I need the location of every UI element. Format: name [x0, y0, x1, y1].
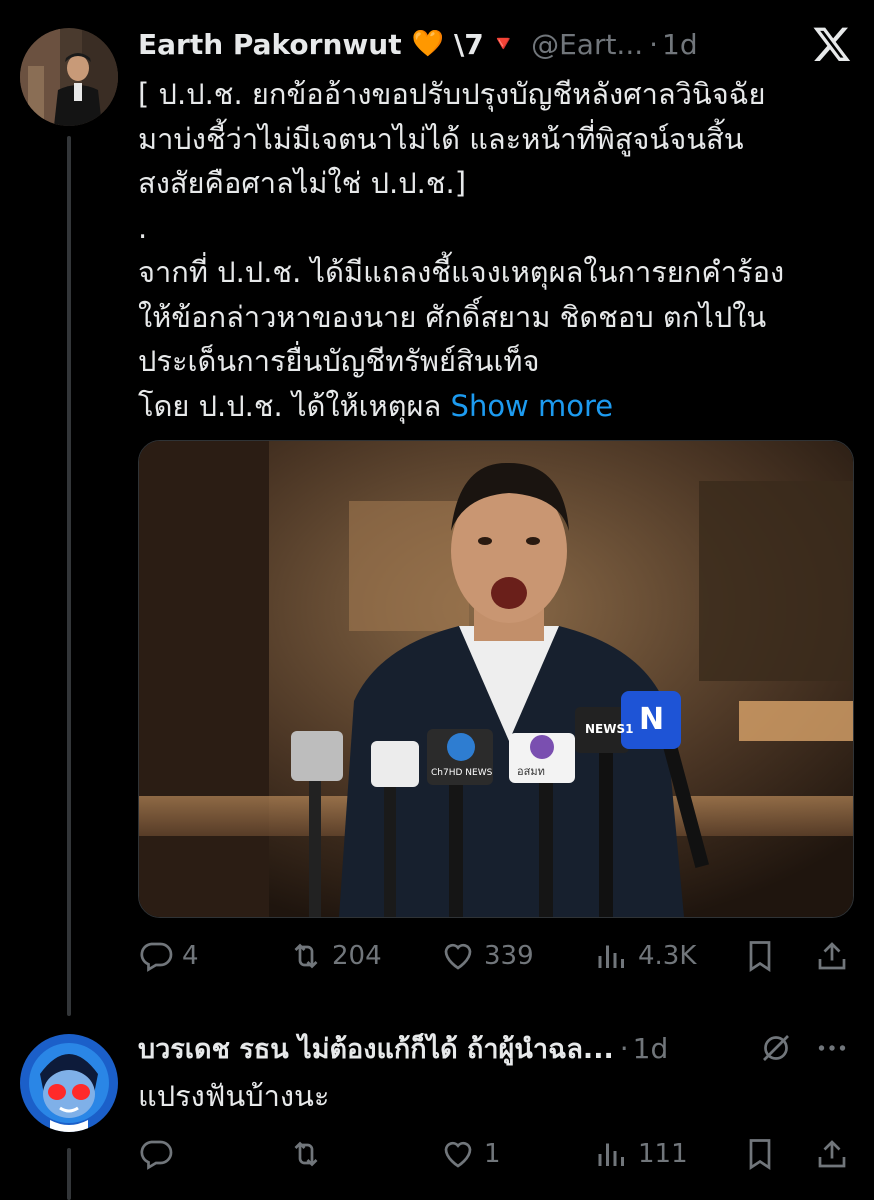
tweet-time[interactable]: 1d	[662, 28, 698, 61]
bookmark-icon	[749, 941, 771, 973]
share-button[interactable]	[814, 934, 850, 978]
like-icon	[444, 943, 472, 970]
tweet-line: โดย ป.ป.ช. ได้ให้เหตุผล	[138, 388, 442, 423]
repost-button[interactable]: 204	[288, 934, 382, 978]
tweet-actions: 4 204 339 4.3K	[138, 934, 852, 978]
time-separator: ·	[649, 27, 659, 61]
tweet-line: ประเด็นการยื่นบัญชีทรัพย์สินเท็จ	[138, 344, 540, 378]
reply-like-button[interactable]: 1	[440, 1132, 501, 1176]
tweet-media-image[interactable]: NEWS1 N Ch7HD NEWS อสมท	[138, 440, 854, 918]
grok-slash-icon[interactable]	[758, 1030, 794, 1066]
author-avatar[interactable]	[20, 28, 118, 126]
share-icon	[818, 1140, 846, 1168]
reply-actions: 1 111	[138, 1132, 852, 1176]
repost-icon	[294, 943, 318, 969]
reply-like-count: 1	[484, 1139, 501, 1169]
repost-icon	[294, 1141, 318, 1167]
author-badge: 🔻	[489, 31, 518, 57]
mic-label: NEWS1	[585, 722, 633, 736]
mic-label: อสมท	[517, 765, 545, 778]
views-icon	[598, 1143, 624, 1166]
author-name[interactable]: Earth Pakornwut	[138, 28, 402, 61]
tweet-line-last: โดย ป.ป.ช. ได้ให้เหตุผล Show more	[138, 384, 838, 429]
reply-repost-button[interactable]	[288, 1132, 332, 1176]
like-icon	[444, 1141, 472, 1168]
mic-label: N	[639, 702, 664, 737]
bookmark-icon	[749, 1139, 771, 1171]
like-button[interactable]: 339	[440, 934, 534, 978]
reply-bookmark-button[interactable]	[742, 1132, 778, 1176]
tweet-line: [ ป.ป.ช. ยกข้ออ้างขอปรับปรุงบัญชีหลังศาล…	[138, 77, 766, 111]
author-handle[interactable]: @Eart...	[531, 28, 643, 61]
reply-count: 4	[182, 941, 199, 971]
x-logo-icon[interactable]	[812, 24, 852, 64]
reply-time-separator: ·	[619, 1031, 629, 1065]
reply-reply-button[interactable]	[138, 1132, 182, 1176]
tweet-line: .	[138, 210, 148, 245]
reply-icon	[140, 1140, 173, 1170]
reply-button[interactable]: 4	[138, 934, 199, 978]
thread-line	[67, 136, 71, 1016]
reply-header: บวรเดช รธน ไม่ต้องแก้ก็ได้ ถ้าผู้นำฉล...…	[138, 1026, 854, 1070]
tweet-line: ให้ข้อกล่าวหาของนาย ศักดิ์สยาม ชิดชอบ ตก…	[138, 299, 767, 334]
reply-author-avatar[interactable]	[20, 1034, 118, 1132]
thread-line-continue	[67, 1148, 71, 1200]
tweet-line: มาบ่งชี้ว่าไม่มีเจตนาไม่ได้ และหน้าที่พิ…	[138, 121, 744, 156]
reply-text: แปรงฟันบ้างนะ	[138, 1079, 330, 1113]
reply-icon	[140, 942, 173, 972]
views-count: 4.3K	[638, 941, 697, 971]
reply-author-name[interactable]: บวรเดช รธน ไม่ต้องแก้ก็ได้ ถ้าผู้นำฉล...	[138, 1027, 614, 1070]
tweet-header: Earth Pakornwut 🧡 \7 🔻 @Eart... · 1d	[138, 22, 854, 66]
like-count: 339	[484, 941, 534, 971]
repost-count: 204	[332, 941, 382, 971]
tweet-line: สงสัยคือศาลไม่ใช่ ป.ป.ช.]	[138, 166, 467, 200]
share-icon	[818, 942, 846, 970]
tweet-line: จากที่ ป.ป.ช. ได้มีแถลงชี้แจงเหตุผลในการ…	[138, 255, 785, 289]
author-emoji: 🧡	[411, 29, 444, 59]
tweet-text: [ ป.ป.ช. ยกข้ออ้างขอปรับปรุงบัญชีหลังศาล…	[138, 72, 838, 428]
reply-time[interactable]: 1d	[633, 1032, 669, 1065]
reply-share-button[interactable]	[814, 1132, 850, 1176]
reply-views-button[interactable]: 111	[594, 1132, 688, 1176]
views-button[interactable]: 4.3K	[594, 934, 696, 978]
bookmark-button[interactable]	[742, 934, 778, 978]
author-suffix: \7	[453, 27, 484, 61]
views-icon	[598, 945, 624, 968]
reply-views-count: 111	[638, 1139, 688, 1169]
show-more-link[interactable]: Show more	[451, 389, 614, 423]
mic-label: Ch7HD NEWS	[431, 768, 493, 778]
more-icon[interactable]	[812, 1030, 852, 1066]
